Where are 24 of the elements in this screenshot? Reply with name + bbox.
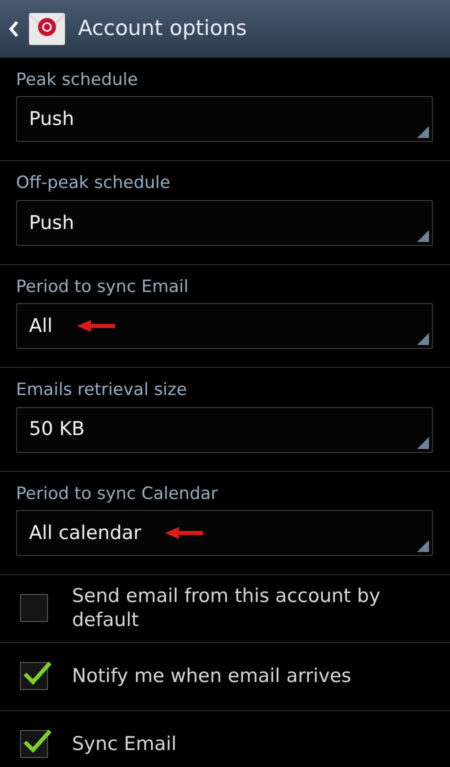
corner-icon — [417, 230, 429, 242]
corner-icon — [417, 540, 429, 552]
dropdown[interactable]: Push — [16, 200, 433, 246]
dropdown[interactable]: All calendar — [16, 510, 433, 556]
dropdown[interactable]: All — [16, 303, 433, 350]
checkbox-label: Notify me when email arrives — [72, 664, 352, 689]
arrow-annotation-icon — [76, 320, 115, 332]
screen-title: Account options — [78, 14, 247, 42]
dropdown[interactable]: Push — [16, 96, 433, 142]
mail-app-icon — [28, 12, 66, 46]
checkbox[interactable] — [20, 594, 48, 622]
arrow-annotation-icon — [165, 526, 204, 539]
setting-label: Period to sync Email — [16, 276, 190, 298]
corner-icon — [417, 436, 429, 449]
setting-label: Emails retrieval size — [16, 380, 188, 401]
setting-label: Peak schedule — [16, 70, 139, 90]
setting-label: Off-peak schedule — [16, 173, 172, 194]
dropdown[interactable]: 50 KB — [16, 406, 433, 453]
back-icon[interactable] — [8, 20, 20, 38]
corner-icon — [417, 126, 429, 138]
checkbox-label: Send email from this account by default — [72, 584, 382, 634]
setting-label: Period to sync Calendar — [16, 484, 219, 504]
checkbox-label: Sync Email — [72, 732, 177, 757]
corner-icon — [417, 333, 429, 346]
